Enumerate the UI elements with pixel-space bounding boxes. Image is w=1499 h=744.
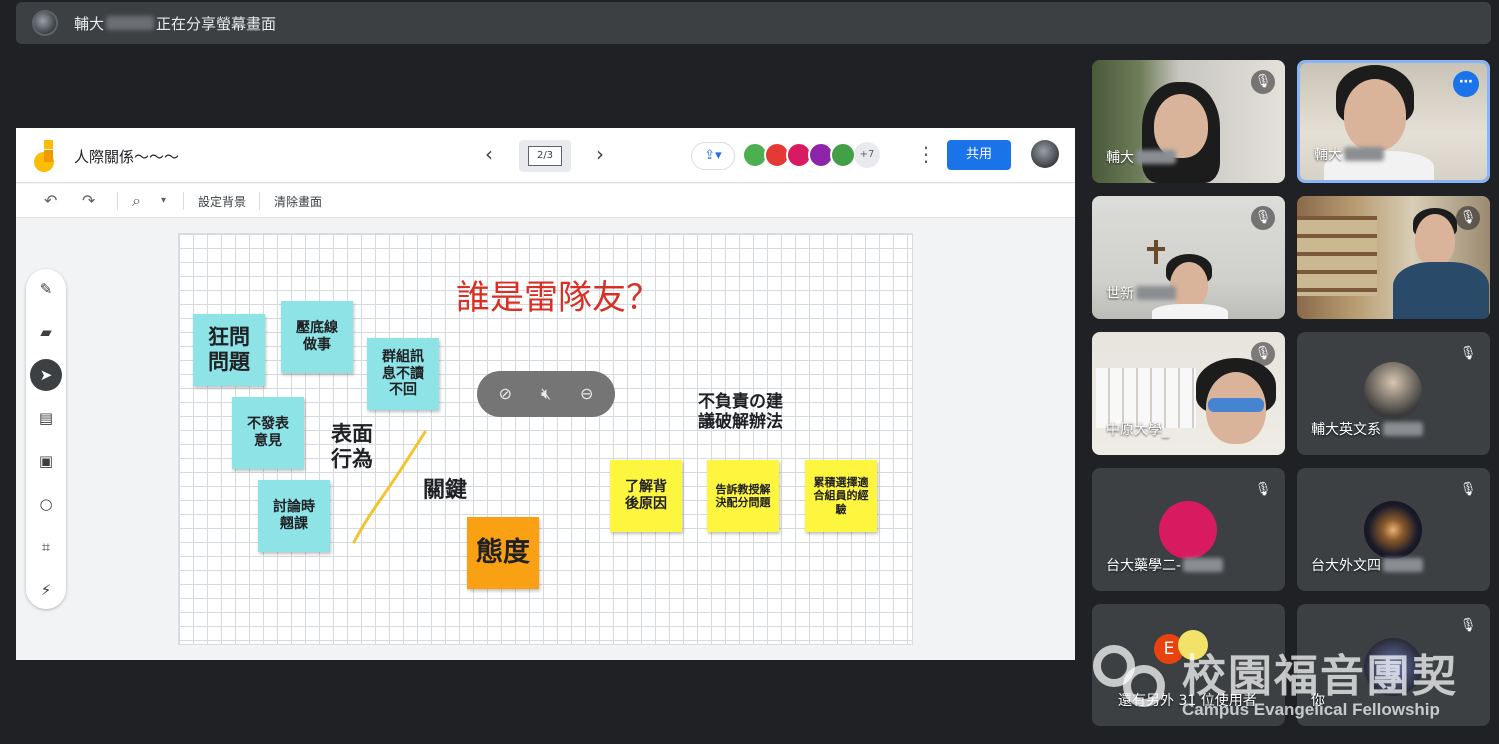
- mic-off-icon: 🎙︎: [1459, 346, 1477, 361]
- user-avatar[interactable]: [1031, 140, 1059, 168]
- participant-tile[interactable]: ⋯ 輔大: [1297, 60, 1490, 183]
- toolbar-divider: [259, 192, 260, 210]
- collaborator-avatar: [830, 142, 856, 168]
- share-label: 共用: [965, 147, 992, 162]
- image-icon[interactable]: ▣: [30, 445, 62, 477]
- select-icon[interactable]: ➤: [30, 359, 62, 391]
- participant-tile[interactable]: 🎙︎ 中原大學_: [1092, 332, 1285, 455]
- eraser-icon[interactable]: ▰: [30, 316, 62, 348]
- circle-icon[interactable]: ○: [30, 488, 62, 520]
- participant-name: 世新: [1106, 283, 1178, 303]
- participant-tile[interactable]: 🎙︎: [1297, 196, 1490, 319]
- participant-name: 輔大: [1106, 147, 1178, 167]
- participant-name: 台大藥學二-: [1106, 555, 1225, 575]
- participant-avatar: [1364, 362, 1422, 420]
- collaborator-avatars: +7: [742, 142, 880, 168]
- frame-indicator: 2/3: [528, 146, 562, 166]
- text-box-icon[interactable]: ⌗: [30, 531, 62, 563]
- participant-tile[interactable]: 🎙︎ 台大藥學二-: [1092, 468, 1285, 591]
- toolbar-divider: [117, 192, 118, 210]
- zoom-icon[interactable]: ⌕: [132, 191, 141, 211]
- shared-screen: 人際關係～～～ ‹ 2/3 › ⇪▾ +7 ⋮ 共用 ↶ ↷ ⌕ ▾ 設定背景: [16, 128, 1075, 660]
- participant-avatar: [1159, 501, 1217, 559]
- sticky-note[interactable]: 狂問 問題: [193, 314, 265, 386]
- participant-name: 台大外文四: [1311, 555, 1425, 575]
- present-icon: ⇪▾: [704, 148, 722, 163]
- sticky-note[interactable]: 討論時 翹課: [258, 480, 330, 552]
- sticky-note[interactable]: 群組訊 息不讀 不回: [367, 338, 439, 410]
- redo-icon[interactable]: ↷: [82, 191, 95, 210]
- presenter-avatar: [32, 10, 58, 36]
- blurred-name: [106, 16, 155, 30]
- banner-text: 輔大 正在分享螢幕畫面: [74, 13, 276, 34]
- mic-off-icon: 🎙︎: [1251, 70, 1275, 94]
- mic-off-icon: 🎙︎: [1251, 342, 1275, 366]
- sticky-note[interactable]: 累積選擇適 合組員的經 驗: [805, 460, 877, 532]
- zoom-dropdown-icon[interactable]: ▾: [161, 195, 166, 206]
- participant-tile[interactable]: 🎙︎ 輔大英文系: [1297, 332, 1490, 455]
- cef-logo-icon: [1093, 645, 1165, 707]
- frame-bar-button[interactable]: 2/3: [519, 140, 571, 172]
- clear-frame-button[interactable]: 清除畫面: [274, 193, 322, 210]
- sticky-note-icon[interactable]: ▤: [30, 402, 62, 434]
- handwriting-advice: 不負責の建 議破解辦法: [698, 392, 783, 433]
- participant-name: 中原大學_: [1106, 422, 1169, 438]
- watermark-chinese: 校園福音團契: [1182, 651, 1458, 702]
- participant-tile[interactable]: 🎙︎ 世新: [1092, 196, 1285, 319]
- jam-title[interactable]: 人際關係～～～: [74, 146, 179, 167]
- participant-name: 輔大: [1314, 144, 1386, 164]
- participant-tile[interactable]: 🎙︎ 台大外文四: [1297, 468, 1490, 591]
- remove-icon[interactable]: ⊖: [574, 381, 600, 407]
- jamboard-toolbar: ↶ ↷ ⌕ ▾ 設定背景 清除畫面: [16, 184, 1075, 218]
- next-frame-icon[interactable]: ›: [588, 142, 612, 166]
- laser-icon[interactable]: ⚡: [30, 574, 62, 606]
- cef-watermark: 校園福音團契 Campus Evangelical Fellowship: [1090, 640, 1470, 730]
- participant-tile[interactable]: 🎙︎ 輔大: [1092, 60, 1285, 183]
- mute-icon[interactable]: 🔇︎: [533, 381, 559, 407]
- drawing-tools: ✎ ▰ ➤ ▤ ▣ ○ ⌗ ⚡: [26, 269, 66, 609]
- banner-suffix: 正在分享螢幕畫面: [156, 14, 277, 33]
- mic-off-icon: 🎙︎: [1459, 618, 1477, 633]
- participant-name: 輔大英文系: [1311, 419, 1425, 439]
- mic-off-icon: 🎙︎: [1456, 206, 1480, 230]
- more-options-icon[interactable]: ⋯: [1453, 71, 1479, 97]
- mic-off-icon: 🎙︎: [1251, 206, 1275, 230]
- prev-frame-icon[interactable]: ‹: [477, 142, 501, 166]
- jamboard-logo-icon: [34, 140, 56, 172]
- present-button[interactable]: ⇪▾: [691, 142, 735, 170]
- pen-icon[interactable]: ✎: [30, 273, 62, 305]
- floating-tile-toolbar: ⊘ 🔇︎ ⊖: [477, 371, 615, 417]
- more-options-icon[interactable]: ⋮: [916, 142, 936, 166]
- yellow-stroke: [352, 430, 427, 544]
- pin-off-icon[interactable]: ⊘: [492, 381, 518, 407]
- sticky-note[interactable]: 不發表 意見: [232, 397, 304, 469]
- banner-prefix: 輔大: [74, 14, 105, 33]
- undo-icon[interactable]: ↶: [44, 191, 57, 210]
- participant-avatar: [1364, 501, 1422, 559]
- whiteboard-canvas[interactable]: 誰是雷隊友？ 狂問 問題 壓底線 做事 群組訊 息不讀 不回 不發表 意見 討論…: [178, 233, 913, 645]
- toolbar-divider: [183, 192, 184, 210]
- sticky-note[interactable]: 了解背 後原因: [610, 460, 682, 532]
- presentation-banner: 輔大 正在分享螢幕畫面: [16, 2, 1491, 44]
- sticky-note[interactable]: 告訴教授解 決配分問題: [707, 460, 779, 532]
- board-title: 誰是雷隊友？: [456, 278, 660, 318]
- mic-off-icon: 🎙︎: [1254, 482, 1272, 497]
- more-collaborators-badge[interactable]: +7: [854, 142, 880, 168]
- sticky-note[interactable]: 壓底線 做事: [281, 301, 353, 373]
- set-background-button[interactable]: 設定背景: [198, 193, 246, 210]
- mic-off-icon: 🎙︎: [1459, 482, 1477, 497]
- watermark-english: Campus Evangelical Fellowship: [1182, 700, 1440, 719]
- share-button[interactable]: 共用: [947, 140, 1011, 170]
- jamboard-header: 人際關係～～～ ‹ 2/3 › ⇪▾ +7 ⋮ 共用: [16, 128, 1075, 183]
- sticky-note[interactable]: 態度: [467, 517, 539, 589]
